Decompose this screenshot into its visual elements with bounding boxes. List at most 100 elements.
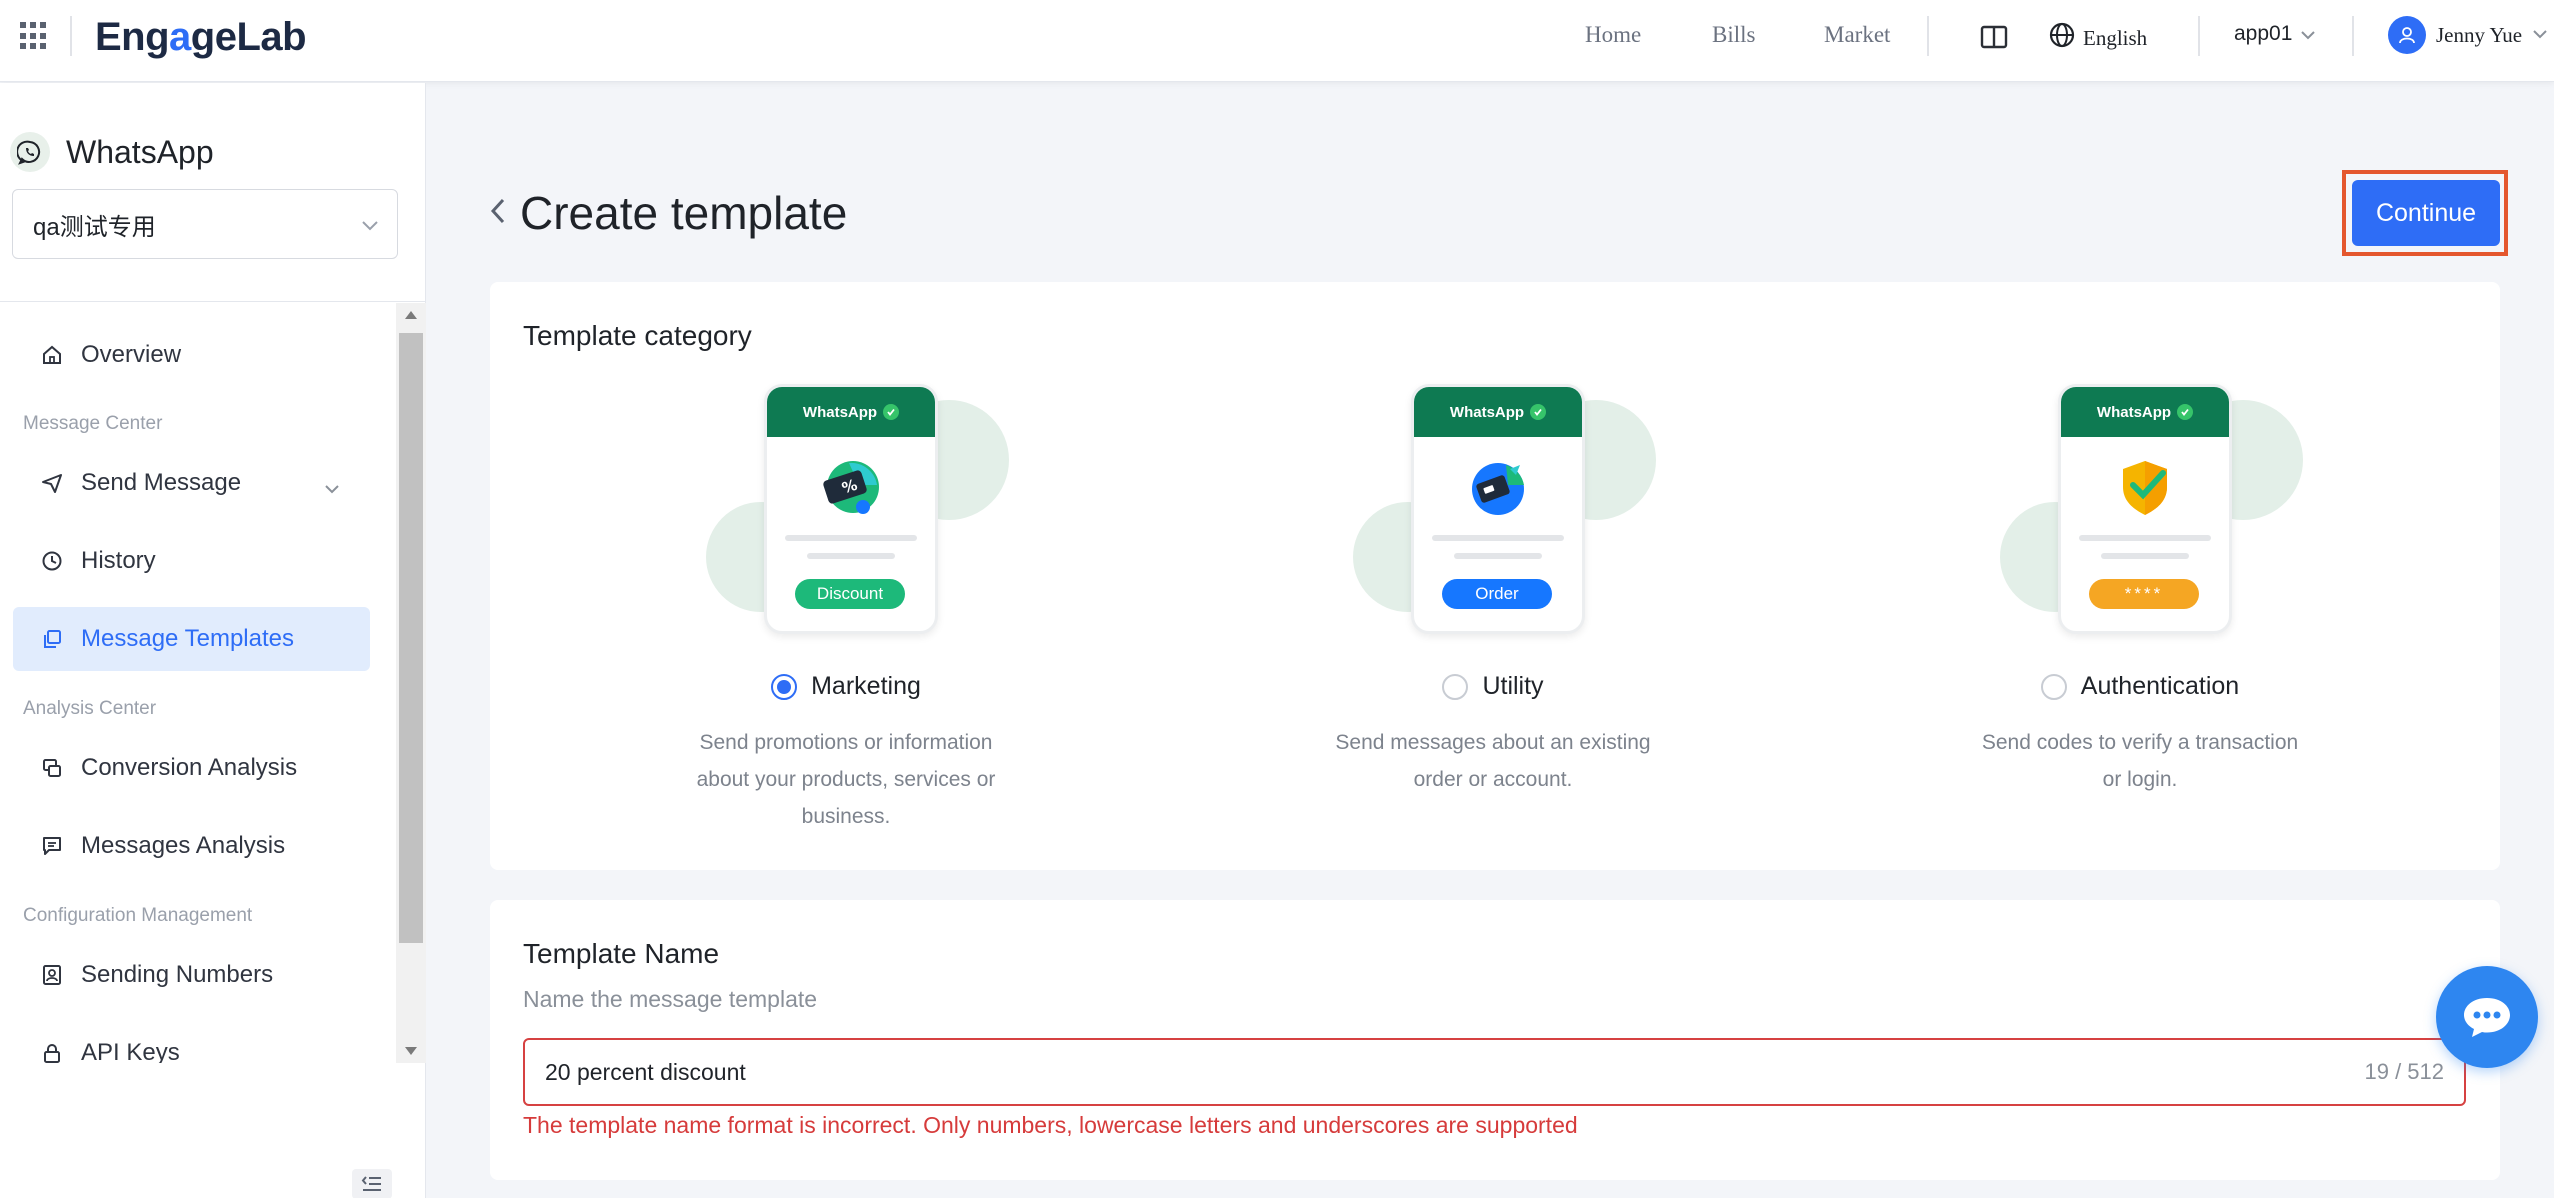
authentication-illustration: WhatsApp **** [2000,382,2303,642]
chevron-left-icon [490,197,506,230]
phone-mockup: WhatsApp % Discount [764,384,938,634]
sidebar-item-api-keys[interactable]: API Keys [13,1021,370,1063]
sidebar-item-label: Messages Analysis [81,832,286,859]
verified-icon [883,404,900,420]
desc-line: about your products, services or [696,768,996,791]
project-selector[interactable]: qa测试专用 [12,189,398,259]
sidebar-item-label: History [81,547,156,574]
sidebar-item-conversion-analysis[interactable]: Conversion Analysis [13,736,370,800]
template-name-card: Template Name Name the message template … [490,900,2500,1180]
app-selector[interactable]: app01 [2234,22,2316,46]
phone-title: WhatsApp [802,403,878,421]
back-link[interactable]: Create template [490,186,847,240]
option-description: Send messages about an existing order or… [1333,724,1653,798]
radio-utility[interactable]: Utility [1293,672,1693,701]
menu-group-label: Message Center [23,413,163,434]
continue-button[interactable]: Continue [2352,180,2500,246]
shield-icon [2113,455,2177,519]
product-header: WhatsApp [10,132,214,172]
top-bar: EngageLab Home Bills Market English app0… [0,0,2554,82]
book-icon[interactable] [1980,24,2008,55]
user-name: Jenny Yue [2436,22,2523,47]
radio-button[interactable] [1442,673,1469,700]
menu-group-label: Configuration Management [23,905,253,926]
divider [70,16,72,56]
contact-card-icon [43,965,61,985]
logo-text: Eng [95,15,170,59]
sidebar-item-label: Overview [81,341,182,368]
desc-line: Send promotions or information [699,731,993,754]
section-subtitle: Name the message template [523,986,818,1012]
order-icon [1466,455,1530,519]
product-title: WhatsApp [66,133,214,170]
logo-text-accent: a [169,15,191,59]
sidebar-item-message-templates[interactable]: Message Templates [13,607,370,671]
option-label: Utility [1482,672,1544,700]
char-counter: 19 / 512 [2364,1059,2444,1084]
nav-market[interactable]: Market [1824,22,1890,48]
collapse-menu-icon[interactable] [352,1169,392,1198]
option-description: Send promotions or information about you… [686,724,1006,835]
user-menu[interactable]: Jenny Yue [2388,16,2548,54]
phone-mockup: WhatsApp **** [2058,384,2232,634]
nav-home[interactable]: Home [1585,22,1641,48]
sidebar-item-label: Sending Numbers [81,961,274,988]
language-selector[interactable]: English [2049,22,2147,54]
sidebar-item-messages-analysis[interactable]: Messages Analysis [13,814,370,878]
sidebar-scrollbar[interactable] [396,303,426,1063]
messages-icon [43,837,61,855]
error-message: The template name format is incorrect. O… [523,1112,1578,1138]
verified-icon [2177,404,2194,420]
home-icon [43,345,61,364]
menu-group-label: Analysis Center [23,698,157,719]
desc-line: Send messages about an existing [1335,731,1651,754]
scroll-thumb[interactable] [399,333,423,943]
sidebar-item-overview[interactable]: Overview [13,323,370,387]
send-icon [42,474,62,493]
radio-button[interactable] [771,673,798,700]
radio-authentication[interactable]: Authentication [1940,672,2340,701]
chevron-down-icon [2532,26,2548,44]
phone-mockup: WhatsApp Order [1411,384,1585,634]
divider [1927,16,1929,56]
scroll-down-arrow[interactable] [405,1047,417,1055]
template-name-input[interactable] [545,1058,2245,1086]
section-title: Template Name [523,938,720,969]
divider [0,301,426,302]
history-icon [42,551,62,571]
option-description: Send codes to verify a transaction or lo… [1980,724,2300,798]
logo[interactable]: EngageLab [95,15,307,60]
project-label: qa测试专用 [33,213,156,241]
template-category-card: Template category WhatsApp % Discount Ma… [490,282,2500,870]
scroll-up-arrow[interactable] [405,311,417,319]
phone-title: WhatsApp [1449,403,1525,421]
nav-bills[interactable]: Bills [1712,22,1755,48]
apps-grid-icon[interactable] [20,22,48,50]
category-option-marketing: WhatsApp % Discount Marketing Send promo… [646,382,1046,852]
section-title: Template category [523,320,752,351]
option-label: Marketing [811,672,921,700]
page-title: Create template [520,187,848,239]
chat-bubble-icon[interactable] [2436,966,2538,1068]
desc-line: or login. [2102,768,2178,791]
desc-line: business. [801,805,891,828]
whatsapp-icon [10,132,50,172]
phone-badge: Discount [795,579,905,609]
radio-button[interactable] [2040,673,2067,700]
radio-marketing[interactable]: Marketing [646,672,1046,701]
sidebar-item-history[interactable]: History [13,529,370,593]
phone-badge: **** [2089,579,2199,609]
sidebar-item-sending-numbers[interactable]: Sending Numbers [13,943,370,1007]
utility-illustration: WhatsApp Order [1353,382,1656,642]
sidebar-item-send-message[interactable]: Send Message [13,451,370,515]
verified-icon [1530,404,1547,420]
chevron-down-icon [2300,22,2316,46]
chevron-down-icon [361,210,379,238]
template-name-field[interactable]: 19 / 512 [523,1038,2466,1106]
sidebar-item-label: Send Message [81,469,242,496]
app-label: app01 [2234,22,2293,45]
sidebar-item-label: Conversion Analysis [81,754,298,781]
globe-icon [2049,22,2075,54]
avatar [2388,16,2426,54]
lock-icon [44,1044,60,1063]
